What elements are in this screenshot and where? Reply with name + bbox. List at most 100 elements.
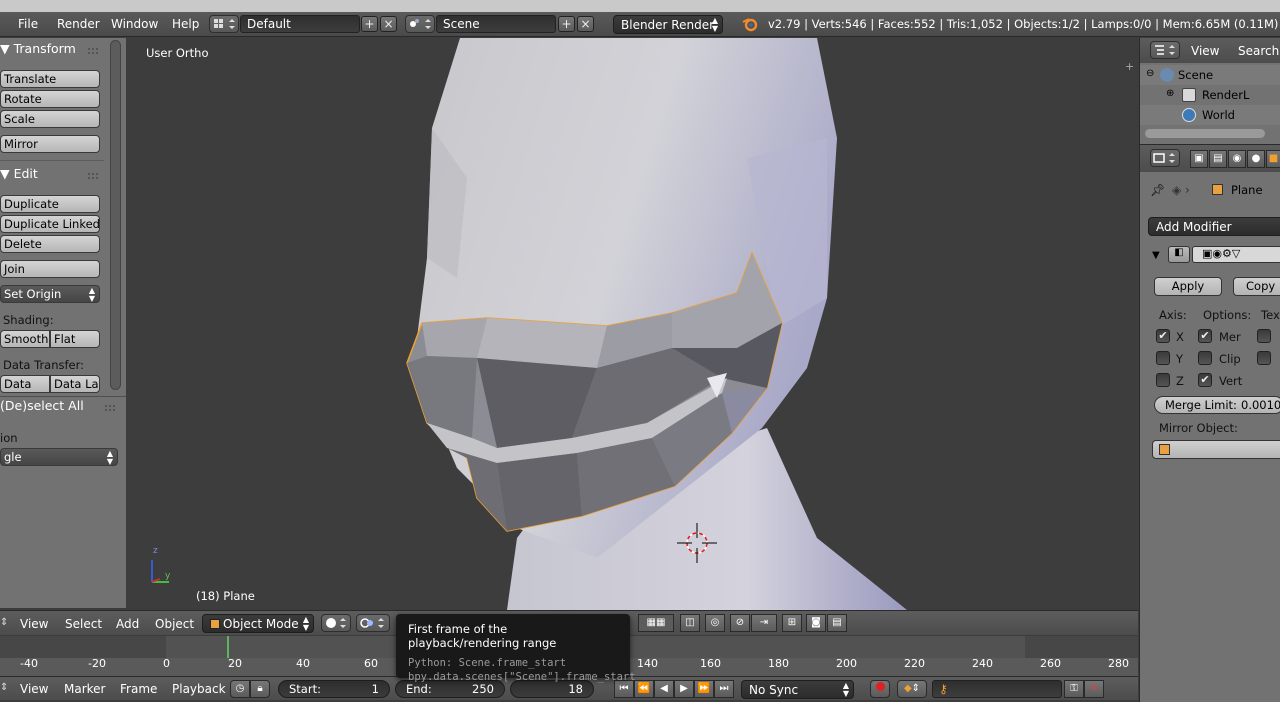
record-icon[interactable] xyxy=(870,680,890,698)
expand-icon[interactable]: ⊕ xyxy=(1166,88,1174,99)
mode-dropdown[interactable]: Object Mode ▲ ▼ xyxy=(202,614,314,633)
scene-tab-icon[interactable]: ◉ xyxy=(1228,150,1246,168)
active-keying-set-field[interactable]: ⚷ xyxy=(932,680,1062,698)
mirror-button[interactable]: Mirror xyxy=(0,135,100,153)
outliner-row-world[interactable]: World xyxy=(1140,105,1280,125)
sync-mode-dropdown[interactable]: No Sync ▲ ▼ xyxy=(741,680,854,699)
jump-keyframe-back-icon[interactable]: ⏪ xyxy=(634,680,654,698)
modifier-visibility-icons[interactable]: ▣◉⚙▽ xyxy=(1202,247,1240,260)
vertex-groups-checkbox[interactable]: ✔ xyxy=(1198,373,1212,387)
menu-object[interactable]: Object xyxy=(155,617,194,631)
add-scene-icon[interactable]: + xyxy=(558,16,575,32)
remove-screen-icon[interactable]: × xyxy=(380,16,397,32)
layers-icon[interactable]: ▦▦ xyxy=(638,614,674,632)
scale-button[interactable]: Scale xyxy=(0,110,100,128)
pivot-point-icon[interactable] xyxy=(356,614,390,632)
menu-render[interactable]: Render xyxy=(57,17,100,31)
jump-keyframe-forward-icon[interactable]: ⏩ xyxy=(694,680,714,698)
panel-grip-icon[interactable] xyxy=(88,48,98,54)
outliner-editor-icon[interactable] xyxy=(1150,41,1180,59)
pin-icon[interactable]: 📌︎ xyxy=(1150,183,1165,197)
copy-button[interactable]: Copy xyxy=(1233,277,1280,296)
3d-viewport[interactable]: + User Ortho (18) Plane z y xyxy=(127,38,1138,610)
outliner[interactable]: ⊖ Scene ⊕ RenderL World xyxy=(1140,63,1280,143)
add-modifier-dropdown[interactable]: Add Modifier xyxy=(1148,217,1280,236)
menu-file[interactable]: File xyxy=(18,17,38,31)
lock-camera-icon[interactable]: ◫ xyxy=(680,614,700,632)
scene-name-field[interactable]: Scene xyxy=(436,15,556,33)
menu-window[interactable]: Window xyxy=(111,17,158,31)
smooth-button[interactable]: Smooth xyxy=(0,330,50,348)
collapse-icon[interactable]: ⊖ xyxy=(1146,68,1154,79)
duplicate-button[interactable]: Duplicate xyxy=(0,195,100,213)
menu-add[interactable]: Add xyxy=(116,617,139,631)
panel-grip-icon[interactable] xyxy=(88,173,98,179)
start-frame-field[interactable]: Start: 1 xyxy=(278,680,390,698)
menu-view[interactable]: View xyxy=(20,682,48,696)
data-button[interactable]: Data xyxy=(0,375,50,393)
outliner-menu-view[interactable]: View xyxy=(1191,44,1219,58)
clipping-checkbox[interactable] xyxy=(1198,351,1212,365)
add-screen-icon[interactable]: + xyxy=(361,16,378,32)
transform-panel-header[interactable]: ▼ Transform xyxy=(0,41,76,56)
operator-panel-header[interactable]: (De)select All xyxy=(0,398,84,413)
delete-keyframe-icon[interactable]: ✕ xyxy=(1084,680,1104,698)
play-icon[interactable]: ▶ xyxy=(674,680,694,698)
panel-grip-icon[interactable] xyxy=(105,405,115,411)
jump-end-icon[interactable]: ⏭ xyxy=(714,680,734,698)
menu-view[interactable]: View xyxy=(20,617,48,631)
outliner-scrollbar[interactable] xyxy=(1145,129,1265,138)
menu-select[interactable]: Select xyxy=(65,617,102,631)
menu-marker[interactable]: Marker xyxy=(64,682,105,696)
play-reverse-icon[interactable]: ◀ xyxy=(654,680,674,698)
axis-x-checkbox[interactable]: ✔ xyxy=(1156,329,1170,343)
render-tab-icon[interactable]: ▣ xyxy=(1190,150,1208,168)
snap-element-icon[interactable]: ⊞ xyxy=(782,614,802,632)
render-engine-dropdown[interactable]: Blender Render ▲ ▼ xyxy=(613,15,723,34)
screen-layout-field[interactable]: Default xyxy=(240,15,360,33)
preview-range-icon[interactable]: ◷ xyxy=(230,680,250,698)
outliner-row-scene[interactable]: ⊖ Scene xyxy=(1140,65,1280,85)
viewport-scene[interactable]: + xyxy=(127,38,1138,610)
render-layers-tab-icon[interactable]: ▤ xyxy=(1209,150,1227,168)
remove-scene-icon[interactable]: × xyxy=(577,16,594,32)
outliner-menu-search[interactable]: Search xyxy=(1238,44,1279,58)
texture-u-checkbox[interactable] xyxy=(1257,329,1271,343)
collapse-modifier-icon[interactable]: ▼ xyxy=(1152,250,1160,261)
menu-frame[interactable]: Frame xyxy=(120,682,157,696)
edit-panel-header[interactable]: ▼ Edit xyxy=(0,166,38,181)
join-button[interactable]: Join xyxy=(0,260,100,278)
set-origin-dropdown[interactable]: Set Origin ▲ ▼ xyxy=(0,285,100,303)
merge-checkbox[interactable]: ✔ xyxy=(1198,329,1212,343)
render-still-icon[interactable]: ◙ xyxy=(806,614,826,632)
duplicate-linked-button[interactable]: Duplicate Linked xyxy=(0,215,100,233)
flat-button[interactable]: Flat xyxy=(50,330,100,348)
keying-set-icon[interactable]: ◆⇕ xyxy=(897,680,927,698)
translate-button[interactable]: Translate xyxy=(0,70,100,88)
apply-button[interactable]: Apply xyxy=(1154,277,1222,296)
axis-y-checkbox[interactable] xyxy=(1156,351,1170,365)
menu-help[interactable]: Help xyxy=(172,17,199,31)
rotate-button[interactable]: Rotate xyxy=(0,90,100,108)
data-layout-button[interactable]: Data La xyxy=(50,375,100,393)
axis-z-checkbox[interactable] xyxy=(1156,373,1170,387)
snap-target-icon[interactable]: ⇥ xyxy=(751,614,777,632)
merge-limit-field[interactable]: Merge Limit: 0.00100 xyxy=(1154,396,1280,414)
object-tab-icon[interactable]: ■ xyxy=(1266,150,1280,168)
editor-type-arrows-icon[interactable]: ⇕ xyxy=(0,682,8,693)
editor-type-arrows-icon[interactable]: ⇕ xyxy=(0,617,8,628)
proportional-edit-icon[interactable]: ◎ xyxy=(705,614,725,632)
action-dropdown[interactable]: gle ▲ ▼ xyxy=(0,448,118,466)
texture-v-checkbox[interactable] xyxy=(1257,351,1271,365)
tool-shelf-scrollbar[interactable] xyxy=(110,40,121,390)
current-frame-indicator[interactable] xyxy=(227,636,229,658)
properties-editor-icon[interactable] xyxy=(1150,149,1180,167)
scene-selector-icon[interactable] xyxy=(405,15,435,33)
world-tab-icon[interactable]: ● xyxy=(1247,150,1265,168)
menu-playback[interactable]: Playback xyxy=(172,682,226,696)
screen-layout-icon[interactable] xyxy=(209,15,239,33)
viewport-shading-icon[interactable] xyxy=(321,614,351,632)
render-animation-icon[interactable]: ▤ xyxy=(827,614,847,632)
insert-keyframe-icon[interactable]: ⚿ xyxy=(1064,680,1084,698)
lock-frame-selection-icon[interactable]: 🔒︎ xyxy=(250,680,270,698)
